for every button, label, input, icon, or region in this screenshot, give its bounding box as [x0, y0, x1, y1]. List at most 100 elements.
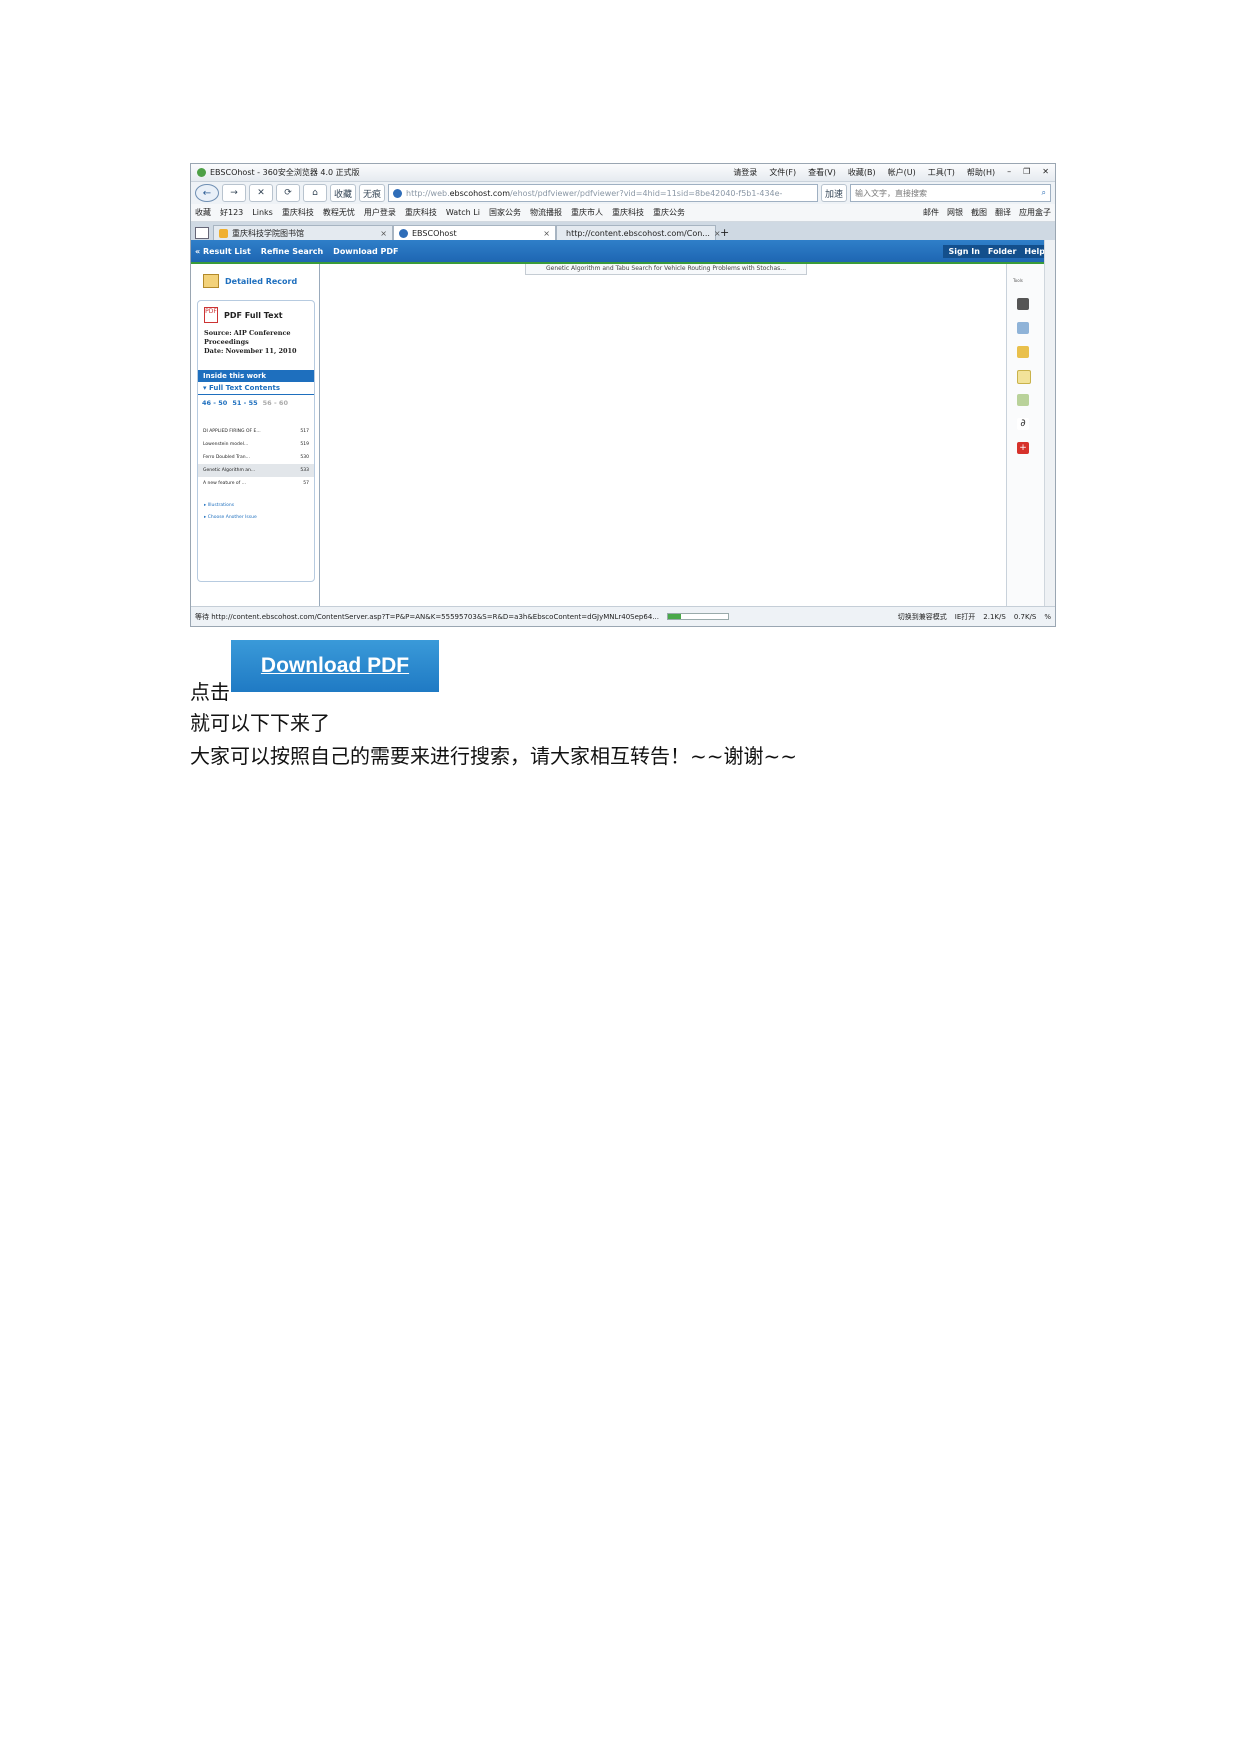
- favorites-button[interactable]: 收藏: [330, 184, 357, 202]
- list-item[interactable]: DI APPLIED FIRING OF E... 517: [198, 425, 314, 438]
- status-bar: 等待 http://content.ebscohost.com/ContentS…: [191, 606, 1055, 626]
- list-item[interactable]: Genetic Algorithm an... 533: [198, 464, 314, 477]
- date-value: November 11, 2010: [225, 347, 297, 355]
- app-box-button[interactable]: 应用盒子: [1019, 207, 1051, 218]
- bookmark-item[interactable]: 重庆市人: [571, 207, 603, 218]
- bookmark-item[interactable]: 物流播报: [530, 207, 562, 218]
- compat-mode-button[interactable]: 切换到兼容模式: [898, 612, 947, 622]
- bookmarks-bar: 收藏 好123 Links 重庆科技 教程无忧 用户登录 重庆科技 Watch …: [191, 204, 1055, 222]
- link-icon[interactable]: ∂: [1017, 418, 1029, 430]
- note-icon[interactable]: [1017, 370, 1031, 384]
- folder-link[interactable]: Folder: [988, 247, 1016, 256]
- tab-list-icon[interactable]: [195, 226, 209, 239]
- pdf-viewer[interactable]: Genetic Algorithm and Tabu Search for Ve…: [320, 264, 1005, 606]
- browser-screenshot: EBSCOhost - 360安全浏览器 4.0 正式版 请登录 文件(F) 查…: [190, 163, 1056, 627]
- download-pdf-link[interactable]: Download PDF: [333, 247, 398, 256]
- navigation-bar: ← → ✕ ⟳ ⌂ 收藏 无痕 http://web. ebscohost.com…: [191, 182, 1055, 204]
- stop-button[interactable]: ✕: [249, 184, 273, 202]
- page-scrollbar[interactable]: [1044, 240, 1055, 606]
- ebsco-toolbar: « Result List Refine Search Download PDF…: [191, 240, 1055, 262]
- closing-line: 大家可以按照自己的需要来进行搜索，请大家相互转告！~~谢谢~~: [190, 744, 798, 768]
- print-icon[interactable]: [1017, 298, 1029, 310]
- refresh-icon: ⟳: [284, 188, 292, 198]
- export-icon[interactable]: [1017, 394, 1029, 406]
- bookmark-item[interactable]: 教程无忧: [323, 207, 355, 218]
- bookmark-item[interactable]: Links: [252, 208, 273, 217]
- bank-button[interactable]: 网银: [947, 207, 963, 218]
- menu-account[interactable]: 帐户(U): [888, 167, 916, 178]
- translate-button[interactable]: 翻译: [995, 207, 1011, 218]
- menu-file[interactable]: 文件(F): [769, 167, 796, 178]
- window-title: EBSCOhost - 360安全浏览器 4.0 正式版: [210, 168, 360, 177]
- mail-button[interactable]: 邮件: [923, 207, 939, 218]
- minimize-icon[interactable]: –: [1007, 167, 1011, 178]
- click-instruction: 点击: [190, 680, 230, 704]
- toc-list: DI APPLIED FIRING OF E... 517 Lowenstein …: [198, 425, 314, 490]
- menu-login[interactable]: 请登录: [733, 167, 757, 178]
- tab-library[interactable]: 重庆科技学院图书馆 ×: [213, 225, 393, 240]
- menu-view[interactable]: 查看(V): [808, 167, 836, 178]
- arrow-left-icon: ←: [202, 187, 212, 199]
- bookmark-item[interactable]: 用户登录: [364, 207, 396, 218]
- bookmarks-right: 邮件 网银 截图 翻译 应用盒子: [923, 207, 1051, 218]
- back-button[interactable]: ←: [195, 184, 219, 202]
- bookmark-item[interactable]: Watch Li: [446, 208, 480, 217]
- tab-bar: 重庆科技学院图书馆 × EBSCOhost × http://content.e…: [191, 222, 1055, 240]
- illustrations-link[interactable]: ▸ Illustrations: [204, 500, 308, 512]
- page-range-selector: 46 - 50 51 - 55 56 - 60: [198, 395, 314, 411]
- folder-icon[interactable]: [1017, 346, 1029, 358]
- bookmark-item[interactable]: 收藏: [195, 207, 211, 218]
- status-text: 等待 http://content.ebscohost.com/ContentS…: [195, 612, 659, 621]
- screenshot-button[interactable]: 截图: [971, 207, 987, 218]
- sign-in-link[interactable]: Sign In: [949, 247, 980, 256]
- tab-ebscohost[interactable]: EBSCOhost ×: [393, 225, 556, 240]
- close-tab-icon[interactable]: ×: [543, 229, 550, 238]
- add-icon[interactable]: +: [1017, 442, 1029, 454]
- choose-issue-link[interactable]: ▸ Choose Another Issue: [204, 512, 308, 524]
- pdf-info-card: PDF PDF Full Text Source: AIP Conference…: [197, 300, 315, 582]
- close-window-icon[interactable]: ✕: [1042, 167, 1049, 178]
- help-link[interactable]: Help: [1024, 247, 1045, 256]
- result-list-link[interactable]: « Result List: [195, 247, 251, 256]
- close-tab-icon[interactable]: ×: [380, 229, 387, 238]
- menu-tools[interactable]: 工具(T): [928, 167, 955, 178]
- home-icon: ⌂: [312, 188, 318, 198]
- download-pdf-button[interactable]: Download PDF: [231, 640, 439, 692]
- bookmark-item[interactable]: 重庆科技: [282, 207, 314, 218]
- search-icon[interactable]: ⌕: [1042, 188, 1046, 198]
- tab-content[interactable]: http://content.ebscohost.com/Con... ×: [556, 225, 721, 240]
- menu-favorites[interactable]: 收藏(B): [848, 167, 876, 178]
- zoom-level[interactable]: %: [1044, 613, 1051, 621]
- forward-button[interactable]: →: [222, 184, 246, 202]
- progress-fill: [667, 614, 682, 619]
- page-range[interactable]: 46 - 50: [202, 399, 227, 407]
- search-input[interactable]: 输入文字，直接搜索 ⌕: [850, 184, 1051, 202]
- bookmark-item[interactable]: 重庆公务: [653, 207, 685, 218]
- list-item[interactable]: A new feature of ... 57: [198, 477, 314, 490]
- list-item[interactable]: Ferro Doubled Tran... 530: [198, 451, 314, 464]
- home-button[interactable]: ⌂: [303, 184, 327, 202]
- tools-label: Tools: [1013, 278, 1023, 283]
- load-progress: [666, 613, 729, 620]
- refine-search-link[interactable]: Refine Search: [261, 247, 323, 256]
- list-item[interactable]: Lowenstein model... 519: [198, 438, 314, 451]
- full-text-contents-toggle[interactable]: ▾ Full Text Contents: [198, 382, 314, 395]
- new-tab-button[interactable]: +: [720, 226, 729, 239]
- menu-help[interactable]: 帮助(H): [967, 167, 995, 178]
- pdf-full-text-link[interactable]: PDF PDF Full Text: [198, 301, 314, 329]
- bookmark-item[interactable]: 重庆科技: [612, 207, 644, 218]
- bookmark-item[interactable]: 好123: [220, 207, 243, 218]
- bookmark-item[interactable]: 重庆科技: [405, 207, 437, 218]
- address-bar[interactable]: http://web. ebscohost.com/ehost/pdfviewer…: [388, 184, 819, 202]
- refresh-button[interactable]: ⟳: [276, 184, 300, 202]
- restore-icon[interactable]: ❐: [1023, 167, 1030, 178]
- page-range[interactable]: 51 - 55: [232, 399, 257, 407]
- accelerate-button[interactable]: 加速: [821, 184, 848, 202]
- ie-open-button[interactable]: IE打开: [955, 612, 976, 622]
- detailed-record-link[interactable]: Detailed Record: [203, 274, 297, 288]
- incognito-button[interactable]: 无痕: [359, 184, 386, 202]
- page-range[interactable]: 56 - 60: [263, 399, 288, 407]
- bookmark-item[interactable]: 国家公务: [489, 207, 521, 218]
- email-icon[interactable]: [1017, 322, 1029, 334]
- browser-logo-icon: [197, 168, 206, 177]
